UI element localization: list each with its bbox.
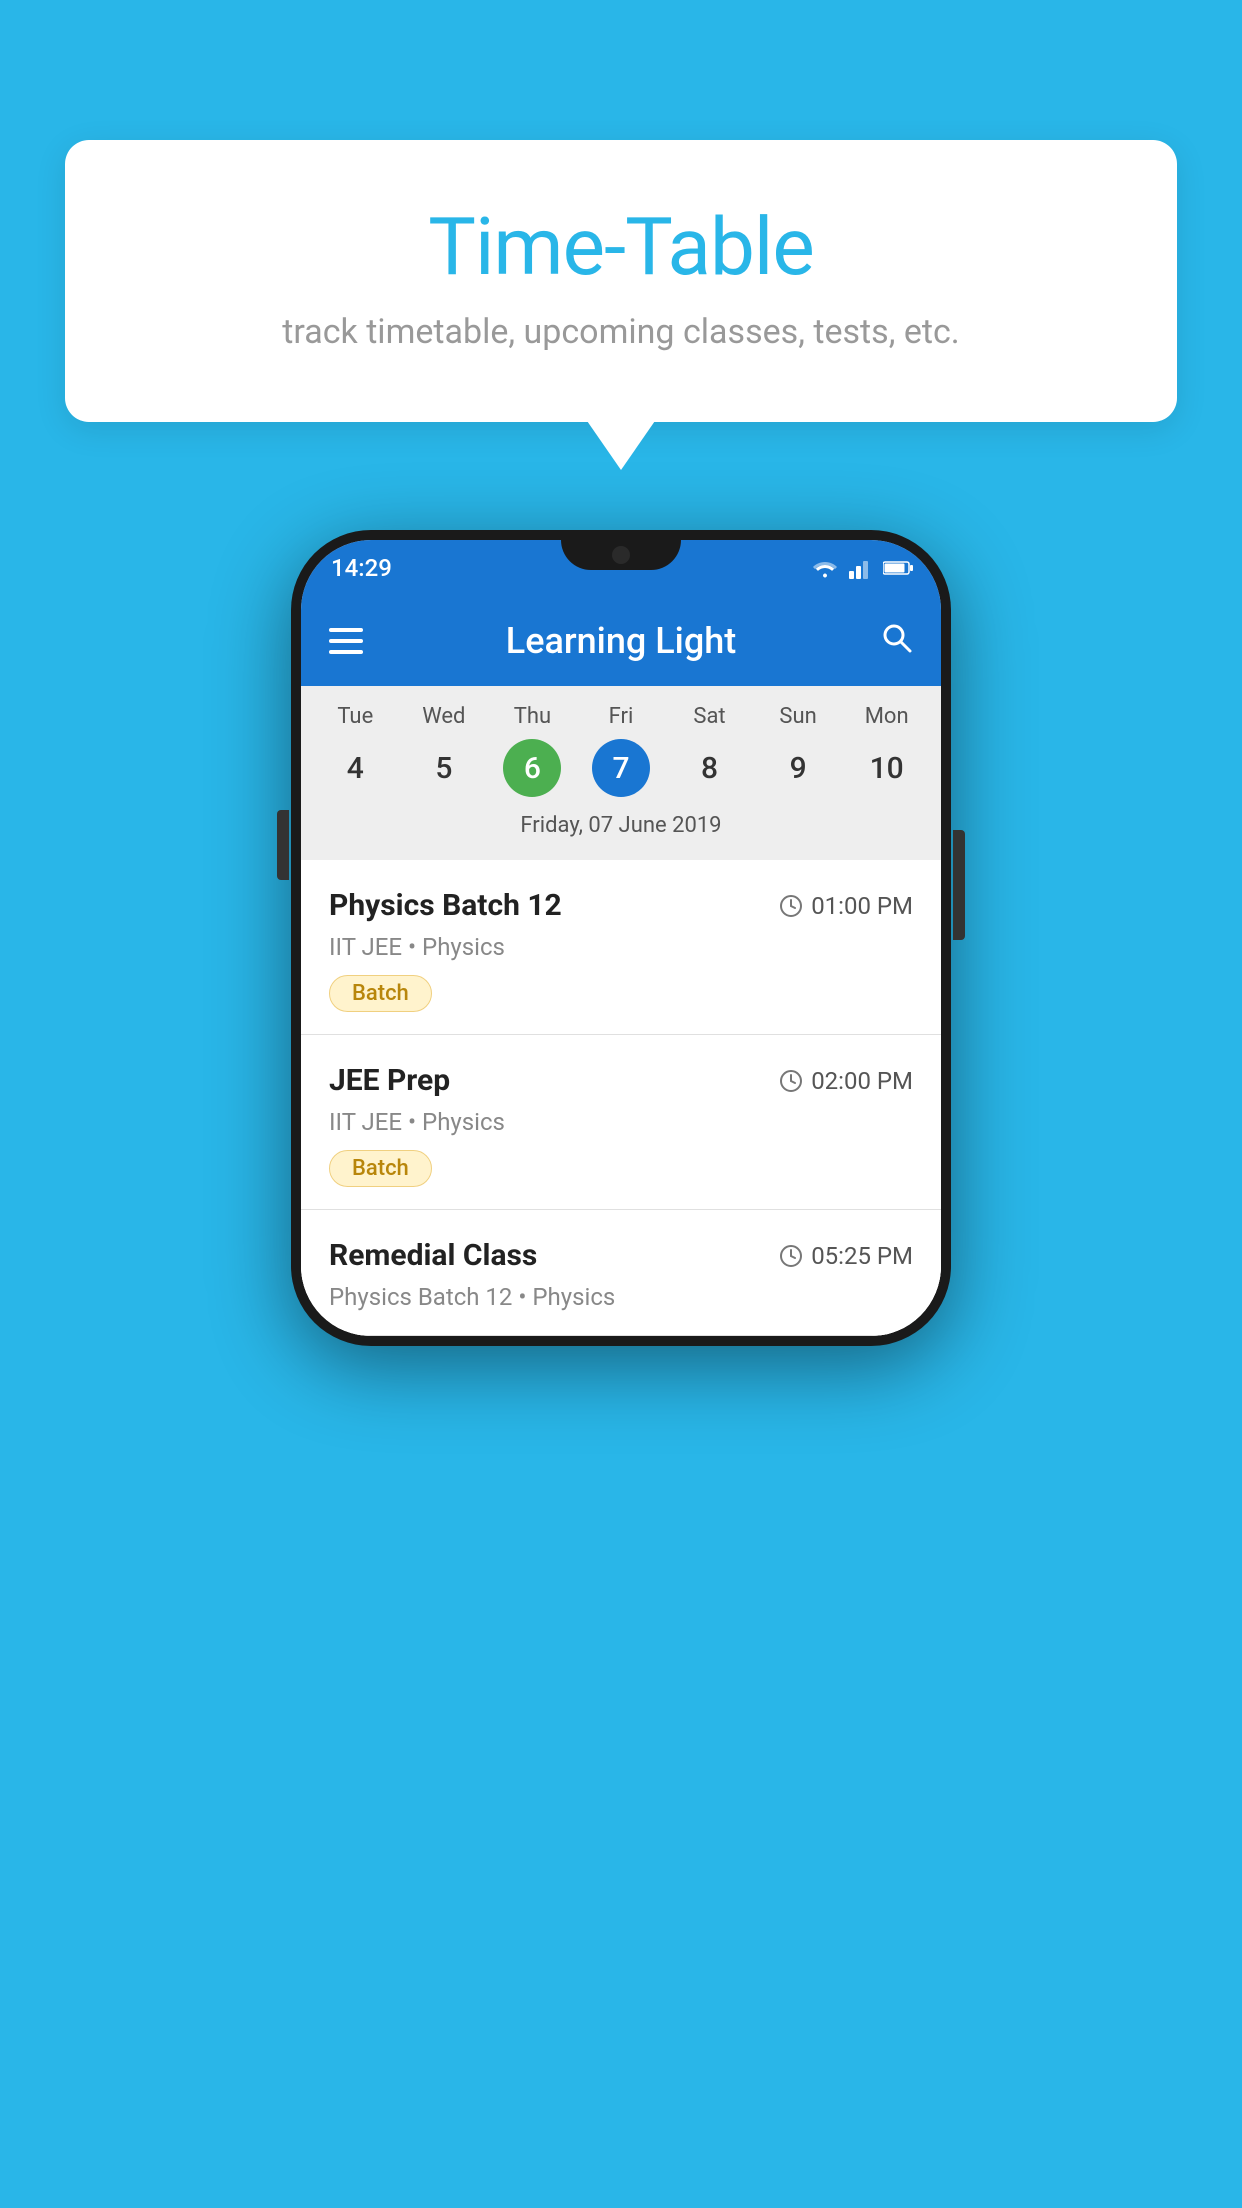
schedule-sub-2: IIT JEE • Physics xyxy=(329,1108,913,1136)
signal-icon xyxy=(849,557,873,579)
schedule-item-physics-batch-12[interactable]: Physics Batch 12 01:00 PM IIT JEE • Phys… xyxy=(301,860,941,1035)
hamburger-button[interactable] xyxy=(329,628,363,654)
camera xyxy=(612,546,630,564)
batch-badge-2: Batch xyxy=(329,1150,432,1187)
day-row: Tue 4 Wed 5 Thu 6 Fri 7 xyxy=(301,704,941,805)
wifi-icon xyxy=(811,557,839,579)
schedule-item-jee-prep[interactable]: JEE Prep 02:00 PM IIT JEE • Physics Batc… xyxy=(301,1035,941,1210)
schedule-sub-3: Physics Batch 12 • Physics xyxy=(329,1283,913,1311)
day-sat[interactable]: Sat 8 xyxy=(670,704,750,797)
app-title: Learning Light xyxy=(383,620,859,662)
phone-notch xyxy=(561,540,681,570)
schedule-time-3: 05:25 PM xyxy=(779,1242,913,1270)
schedule-title-1: Physics Batch 12 xyxy=(329,888,562,923)
status-icons xyxy=(811,557,913,579)
status-time: 14:29 xyxy=(331,554,392,582)
schedule-sub-1: IIT JEE • Physics xyxy=(329,933,913,961)
search-button[interactable] xyxy=(879,620,913,663)
day-sun[interactable]: Sun 9 xyxy=(758,704,838,797)
schedule-list: Physics Batch 12 01:00 PM IIT JEE • Phys… xyxy=(301,860,941,1336)
phone-outer: 14:29 xyxy=(291,530,951,1346)
schedule-item-remedial[interactable]: Remedial Class 05:25 PM Physics Batch 12… xyxy=(301,1210,941,1336)
phone-screen: 14:29 xyxy=(301,540,941,1336)
tooltip-title: Time-Table xyxy=(115,200,1127,294)
tooltip-card: Time-Table track timetable, upcoming cla… xyxy=(65,140,1177,422)
schedule-title-3: Remedial Class xyxy=(329,1238,537,1273)
day-mon[interactable]: Mon 10 xyxy=(847,704,927,797)
clock-icon-2 xyxy=(779,1069,803,1093)
clock-icon xyxy=(779,894,803,918)
day-fri[interactable]: Fri 7 xyxy=(581,704,661,797)
selected-date-label: Friday, 07 June 2019 xyxy=(301,805,941,854)
clock-icon-3 xyxy=(779,1244,803,1268)
calendar-strip: Tue 4 Wed 5 Thu 6 Fri 7 xyxy=(301,686,941,860)
day-tue[interactable]: Tue 4 xyxy=(315,704,395,797)
phone-mockup: 14:29 xyxy=(291,530,951,1346)
app-bar: Learning Light xyxy=(301,596,941,686)
day-wed[interactable]: Wed 5 xyxy=(404,704,484,797)
battery-icon xyxy=(883,560,913,576)
day-thu[interactable]: Thu 6 xyxy=(492,704,572,797)
schedule-time-2: 02:00 PM xyxy=(779,1067,913,1095)
schedule-time-1: 01:00 PM xyxy=(779,892,913,920)
schedule-title-2: JEE Prep xyxy=(329,1063,450,1098)
batch-badge-1: Batch xyxy=(329,975,432,1012)
tooltip-subtitle: track timetable, upcoming classes, tests… xyxy=(115,312,1127,352)
